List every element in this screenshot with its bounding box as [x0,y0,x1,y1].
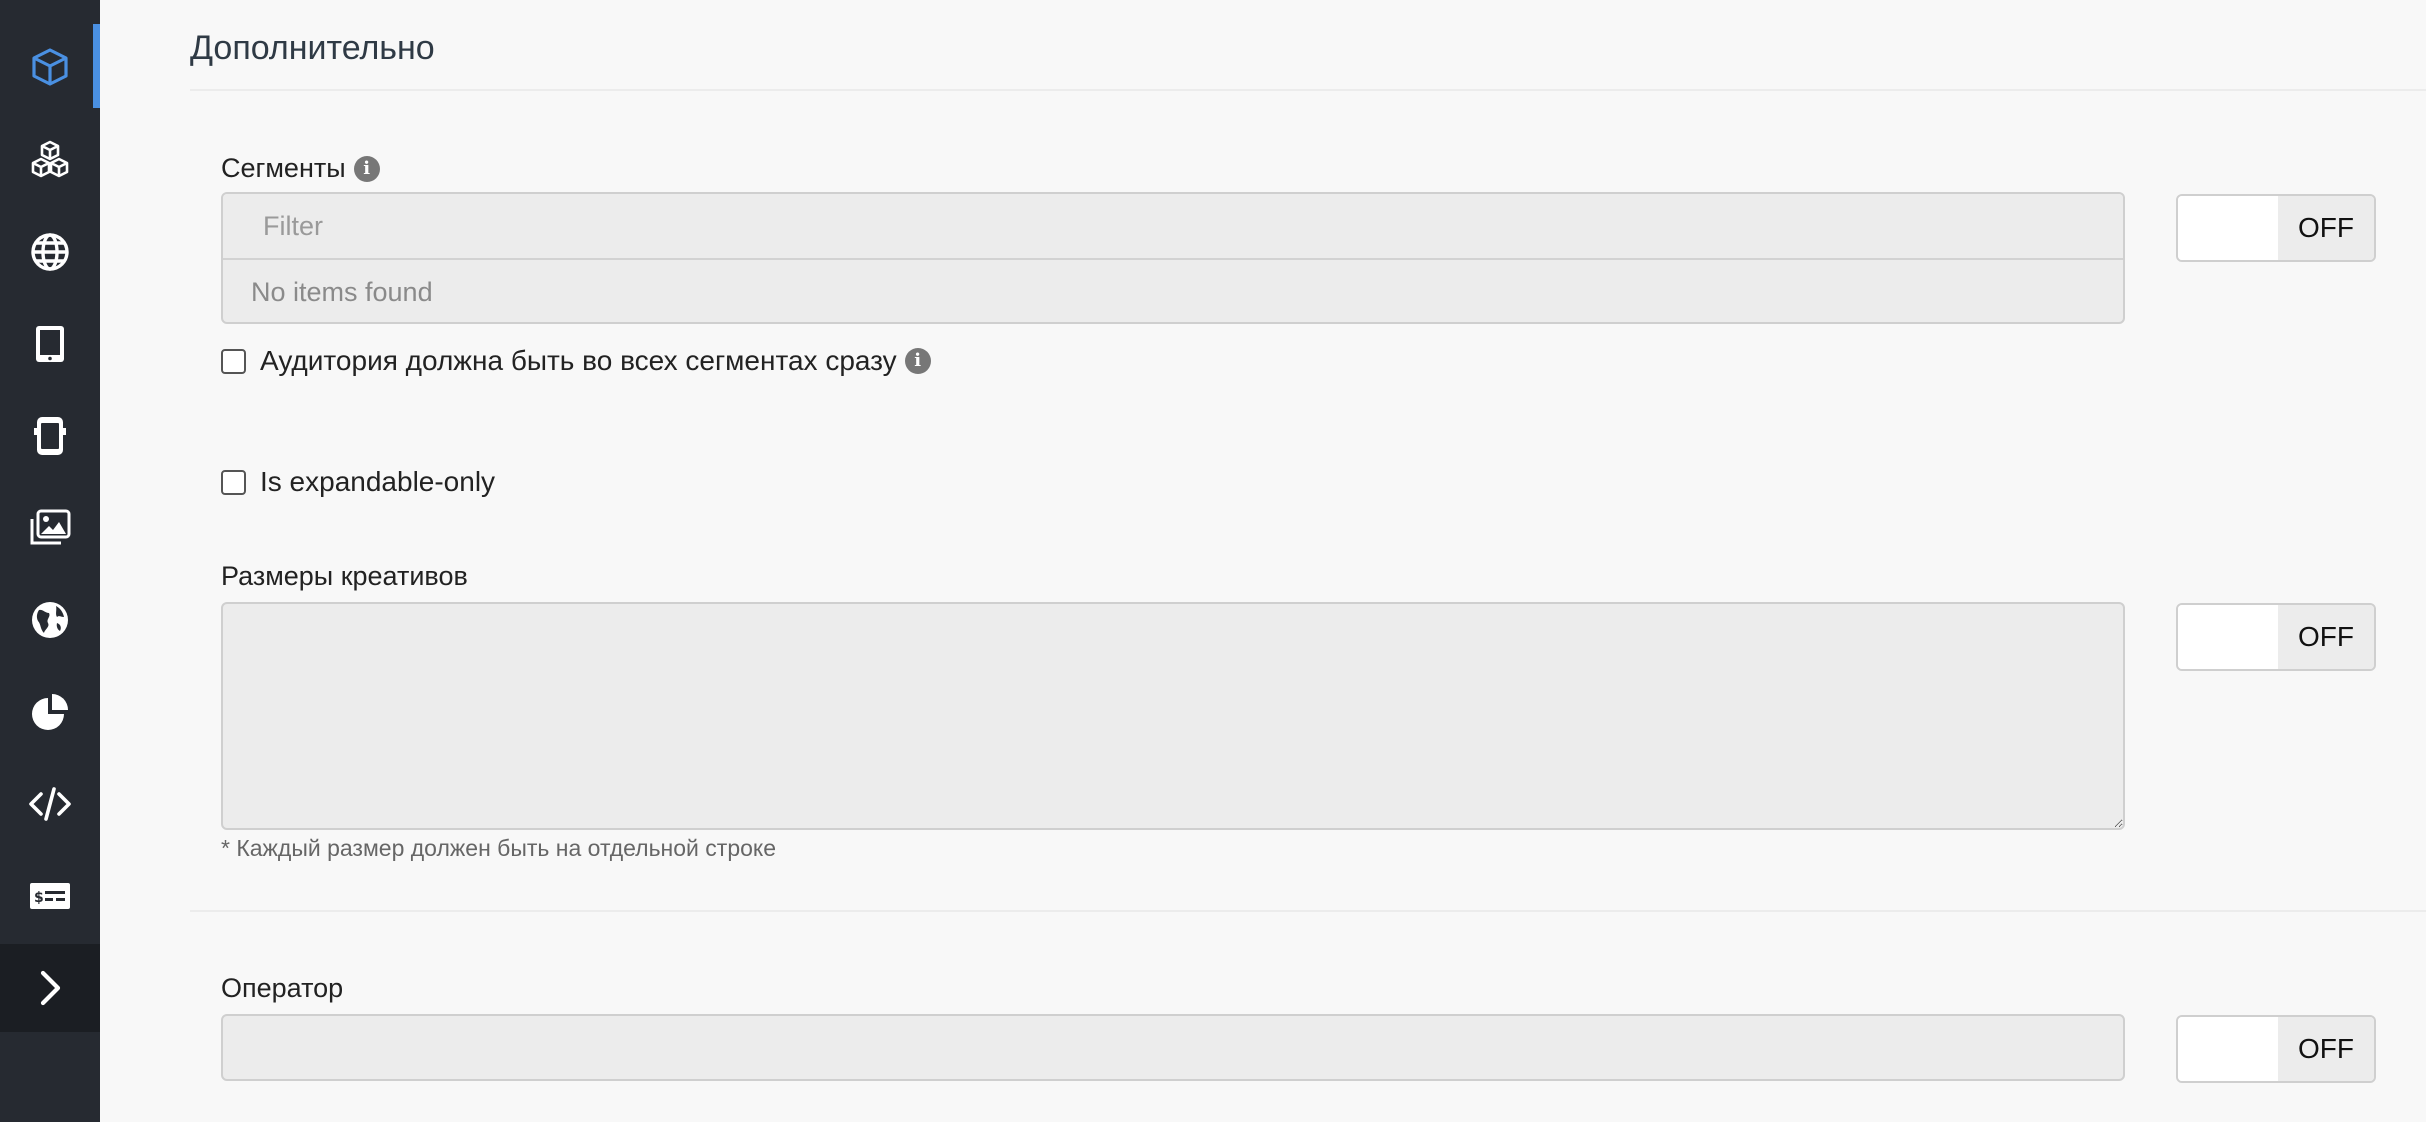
section-divider [190,89,2426,91]
segments-toggle[interactable]: OFF [2176,194,2376,262]
segments-filter-input[interactable] [223,194,2123,260]
info-icon[interactable]: i [904,348,931,374]
svg-text:$: $ [34,890,44,906]
sidebar-item-cube[interactable] [0,21,100,113]
operator-label-row: Оператор [221,973,343,1004]
sidebar-item-mobile[interactable] [0,390,100,482]
globe-icon [31,233,69,271]
section-divider [190,910,2426,912]
cube-icon [32,48,68,86]
sidebar-item-pie-chart[interactable] [0,666,100,758]
toggle-state: OFF [2278,1017,2374,1081]
toggle-knob [2178,1017,2278,1081]
operator-label: Оператор [221,973,344,1003]
section-title: Дополнительно [190,29,435,67]
segments-empty-message: No items found [251,277,433,307]
segments-select: No items found [221,192,2125,324]
sidebar-expand-button[interactable] [0,944,100,1032]
earth-icon [32,602,68,638]
toggle-knob [2178,605,2278,669]
toggle-state: OFF [2278,196,2374,260]
info-icon[interactable]: i [353,155,380,182]
images-icon [30,509,71,545]
main-content: Дополнительно Сегменты i No items found … [100,0,2426,1122]
toggle-knob [2178,196,2278,260]
mobile-icon [34,417,66,455]
sidebar-item-earth[interactable] [0,574,100,666]
audience-checkbox[interactable] [221,348,246,374]
creative-sizes-toggle[interactable]: OFF [2176,603,2376,671]
segments-label-row: Сегменты i [221,153,380,184]
toggle-state: OFF [2278,605,2374,669]
sidebar: $ [0,0,100,1122]
sidebar-item-code[interactable] [0,758,100,850]
creative-sizes-label: Размеры креативов [221,561,468,591]
cubes-icon [31,140,69,178]
audience-checkbox-label: Аудитория должна быть во всех сегментах … [260,345,897,376]
creative-sizes-label-row: Размеры креативов [221,561,468,592]
sidebar-item-tablet[interactable] [0,298,100,390]
tablet-icon [36,326,64,362]
chevron-right-icon [40,970,61,1006]
creative-sizes-textarea[interactable] [221,602,2125,830]
sidebar-item-billing[interactable]: $ [0,850,100,942]
sidebar-item-images[interactable] [0,482,100,574]
operator-toggle[interactable]: OFF [2176,1015,2376,1083]
money-card-icon: $ [30,883,70,909]
creative-sizes-hint: * Каждый размер должен быть на отдельной… [221,835,777,861]
audience-checkbox-row: Аудитория должна быть во всех сегментах … [221,345,931,377]
operator-input[interactable] [221,1014,2125,1081]
expandable-checkbox-row: Is expandable-only [221,466,495,498]
sidebar-item-globe[interactable] [0,206,100,298]
pie-chart-icon [32,694,68,730]
segments-label: Сегменты [221,153,346,183]
expandable-checkbox-label: Is expandable-only [260,466,496,497]
sidebar-item-cubes[interactable] [0,114,100,206]
code-icon [29,787,71,821]
expandable-checkbox[interactable] [221,469,246,495]
